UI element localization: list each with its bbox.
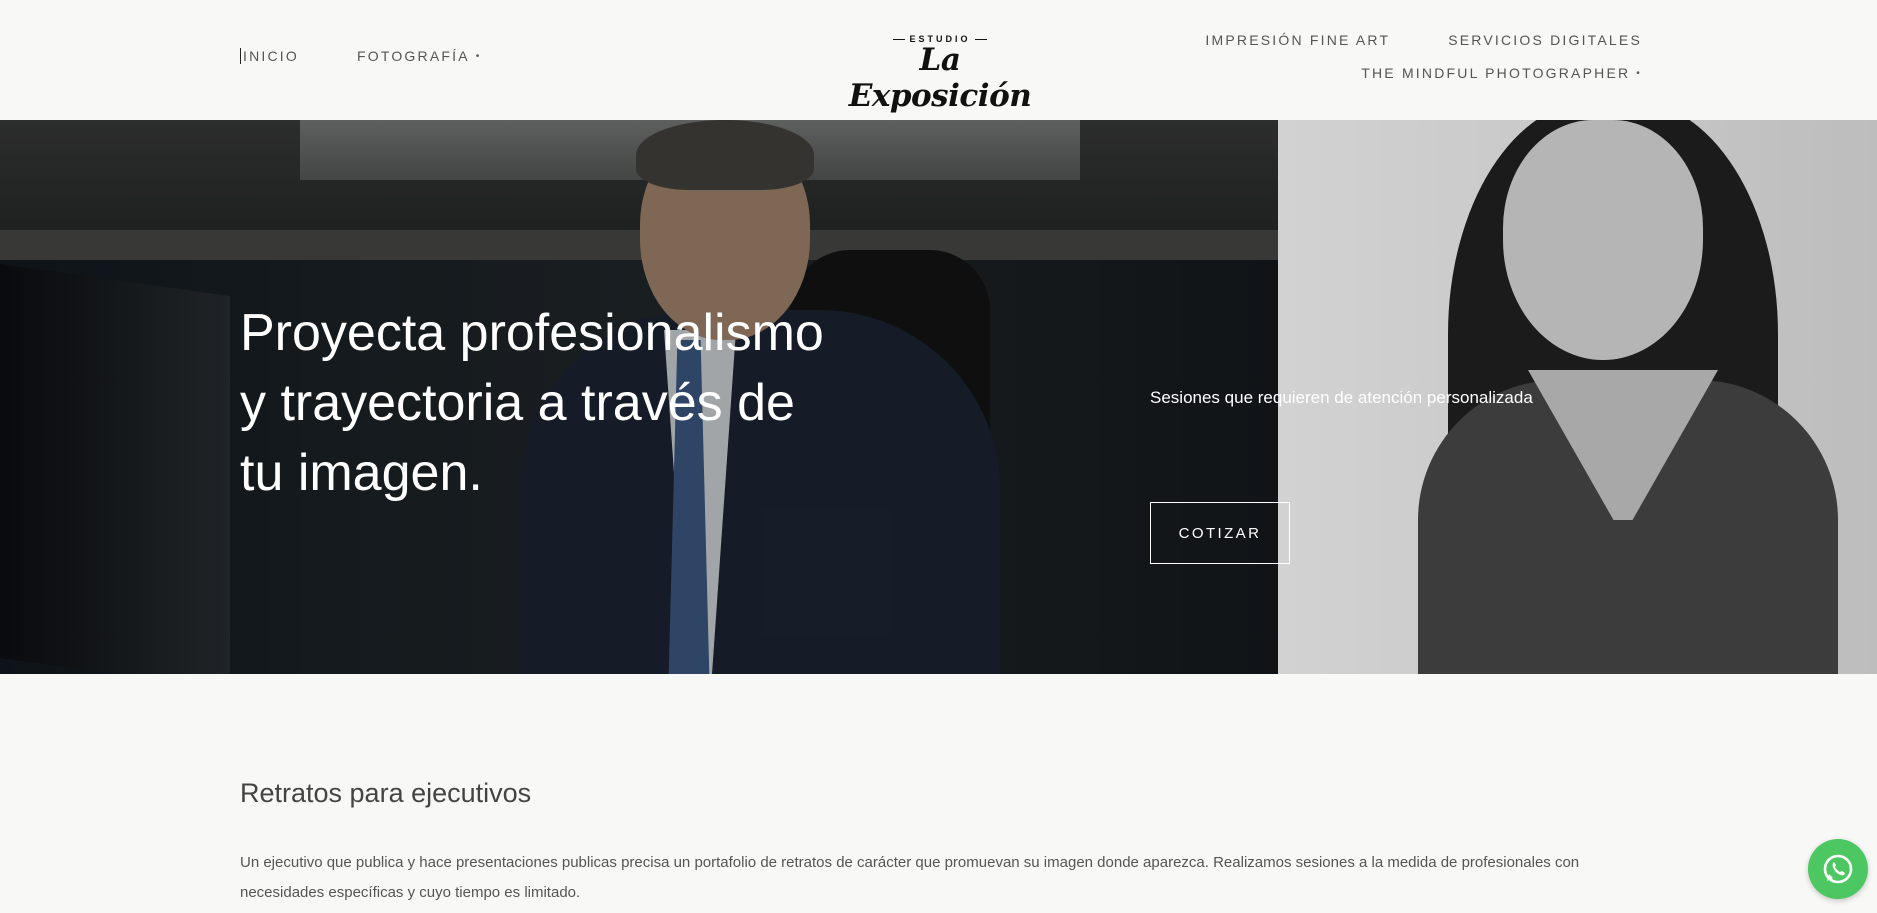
nav-item-inicio[interactable]: INICIO	[240, 48, 299, 64]
nav-right: IMPRESIÓN FINE ART SERVICIOS DIGITALES T…	[1205, 32, 1642, 81]
nav-item-fotografia[interactable]: FOTOGRAFÍA •	[357, 48, 481, 64]
logo-script-text: La Exposición	[848, 42, 1032, 114]
site-header: INICIO FOTOGRAFÍA • ESTUDIO La Exposición…	[0, 0, 1877, 120]
whatsapp-button[interactable]	[1808, 839, 1868, 899]
nav-item-label: INICIO	[243, 48, 299, 64]
whatsapp-icon	[1823, 854, 1853, 884]
section-body: Un ejecutivo que publica y hace presenta…	[240, 854, 1580, 901]
nav-item-impresion-fine-art[interactable]: IMPRESIÓN FINE ART	[1205, 32, 1390, 48]
nav-item-servicios-digitales[interactable]: SERVICIOS DIGITALES	[1448, 32, 1642, 48]
hero-subtitle: Sesiones que requieren de atención perso…	[1150, 388, 1533, 407]
nav-item-label: FOTOGRAFÍA	[356, 48, 470, 64]
hero-title: Proyecta profesionalismo y trayectoria a…	[240, 304, 824, 502]
section-title: Retratos para ejecutivos	[240, 778, 532, 808]
hero-banner: Proyecta profesionalismo y trayectoria a…	[0, 120, 1877, 674]
nav-left: INICIO FOTOGRAFÍA •	[240, 48, 481, 64]
site-logo[interactable]: ESTUDIO La Exposición	[842, 34, 1038, 114]
cotizar-button[interactable]: COTIZAR	[1150, 502, 1290, 564]
dropdown-dot-icon: •	[475, 51, 482, 62]
nav-item-label: THE MINDFUL PHOTOGRAPHER	[1361, 65, 1631, 81]
dropdown-dot-icon: •	[1636, 68, 1642, 79]
nav-item-mindful-photographer[interactable]: THE MINDFUL PHOTOGRAPHER •	[1361, 65, 1642, 81]
